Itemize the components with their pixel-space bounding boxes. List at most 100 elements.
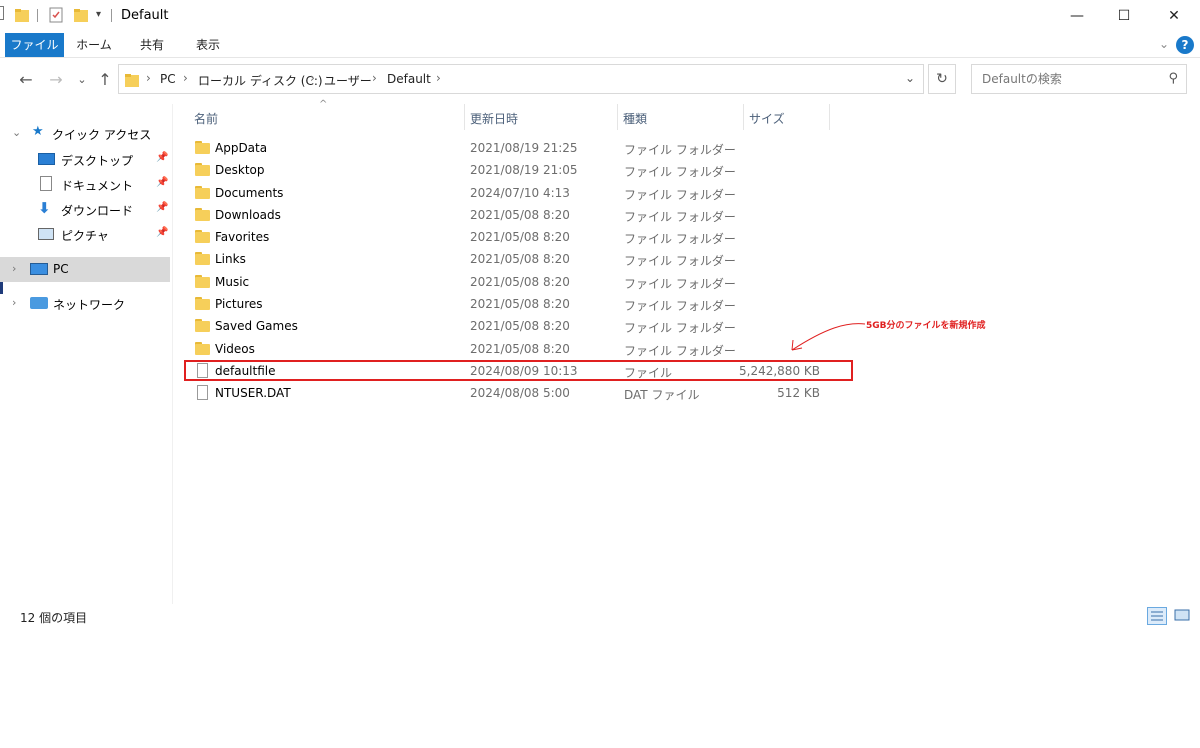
nav-downloads[interactable]: ⬇ ダウンロード 📌 (0, 197, 170, 221)
file-name: Desktop (215, 163, 265, 177)
breadcrumb-separator[interactable]: › (372, 71, 377, 85)
breadcrumb-separator[interactable]: › (183, 71, 188, 85)
file-type: ファイル フォルダー (624, 143, 736, 157)
search-input[interactable] (980, 71, 1164, 87)
file-type: ファイル フォルダー (624, 277, 736, 291)
breadcrumb-users[interactable]: ユーザー (324, 72, 372, 89)
breadcrumb-pc[interactable]: PC (160, 72, 176, 86)
file-row-links[interactable]: Links 2021/05/08 8:20 ファイル フォルダー (188, 248, 838, 270)
breadcrumb-separator[interactable]: › (146, 71, 151, 85)
minimize-button[interactable]: — (1054, 0, 1100, 32)
window-title: Default (121, 8, 169, 23)
file-date: 2024/08/08 5:00 (470, 386, 570, 400)
file-size: 512 KB (777, 386, 820, 400)
ribbon-tabs: ファイル ホーム 共有 表示 ⌄ ? (0, 33, 1200, 58)
nav-network[interactable]: › ネットワーク (0, 291, 170, 315)
nav-pictures[interactable]: ピクチャ 📌 (0, 222, 170, 246)
customize-toolbar-icon[interactable]: ▾ (96, 9, 101, 20)
file-name: Saved Games (215, 319, 298, 333)
folder-icon (195, 319, 210, 332)
nav-label: ネットワーク (53, 298, 126, 312)
column-label: 名前 (194, 112, 219, 126)
file-date: 2021/05/08 8:20 (470, 275, 570, 289)
tab-home[interactable]: ホーム (66, 33, 122, 57)
collapse-icon[interactable]: ⌄ (12, 126, 21, 139)
close-button[interactable]: ✕ (1151, 0, 1197, 32)
edge-fragment (0, 6, 4, 20)
column-header-size[interactable]: サイズ (743, 104, 829, 130)
nav-pc[interactable]: › PC (0, 257, 170, 282)
breadcrumb-separator[interactable]: › (310, 71, 315, 85)
column-label: 種類 (623, 112, 648, 126)
column-label: サイズ (749, 112, 785, 126)
file-row-desktop[interactable]: Desktop 2021/08/19 21:05 ファイル フォルダー (188, 159, 838, 181)
file-type: ファイル フォルダー (624, 165, 736, 179)
address-dropdown-icon[interactable]: ⌄ (905, 71, 915, 85)
folder-icon (195, 252, 210, 265)
file-name: Documents (215, 186, 284, 200)
search-icon[interactable]: ⚲ (1168, 71, 1178, 86)
star-icon: ★ (32, 124, 44, 139)
folder-icon (195, 230, 210, 243)
file-type: DAT ファイル (624, 388, 700, 402)
properties-icon[interactable] (48, 7, 64, 23)
file-date: 2021/05/08 8:20 (470, 319, 570, 333)
nav-quick-access[interactable]: ⌄ ★ クイック アクセス (0, 121, 170, 145)
file-date: 2021/08/19 21:25 (470, 141, 578, 155)
file-row-music[interactable]: Music 2021/05/08 8:20 ファイル フォルダー (188, 271, 838, 293)
breadcrumb-default[interactable]: Default (387, 72, 431, 86)
breadcrumb-local-disk[interactable]: ローカル ディスク (C:) (198, 72, 323, 89)
nav-label: ピクチャ (61, 229, 109, 243)
back-button[interactable]: ← (14, 68, 38, 92)
details-view-icon[interactable] (1147, 607, 1167, 625)
breadcrumb-separator[interactable]: › (436, 71, 441, 85)
file-row-appdata[interactable]: AppData 2021/08/19 21:25 ファイル フォルダー (188, 137, 838, 159)
column-divider[interactable] (829, 104, 830, 130)
expand-icon[interactable]: › (12, 262, 16, 275)
tab-view[interactable]: 表示 (182, 33, 234, 57)
tab-file[interactable]: ファイル (5, 33, 64, 57)
file-row-favorites[interactable]: Favorites 2021/05/08 8:20 ファイル フォルダー (188, 226, 838, 248)
pin-icon: 📌 (156, 227, 169, 238)
file-date: 2021/05/08 8:20 (470, 252, 570, 266)
nav-desktop[interactable]: デスクトップ 📌 (0, 147, 170, 171)
file-row-saved-games[interactable]: Saved Games 2021/05/08 8:20 ファイル フォルダー (188, 315, 838, 337)
status-item-count: 12 個の項目 (20, 611, 88, 625)
file-date: 2021/05/08 8:20 (470, 208, 570, 222)
annotation-text: 5GB分のファイルを新規作成 (866, 321, 986, 331)
recent-locations-icon[interactable]: ⌄ (70, 68, 94, 92)
new-folder-icon[interactable] (73, 7, 89, 23)
column-header-name[interactable]: 名前 (188, 104, 464, 130)
folder-icon (195, 297, 210, 310)
help-icon[interactable]: ? (1176, 36, 1194, 54)
file-row-ntuser[interactable]: NTUSER.DAT 2024/08/08 5:00 DAT ファイル 512 … (188, 382, 838, 404)
nav-documents[interactable]: ドキュメント 📌 (0, 172, 170, 196)
forward-button[interactable]: → (44, 68, 68, 92)
refresh-button[interactable]: ↻ (928, 64, 956, 94)
file-row-pictures[interactable]: Pictures 2021/05/08 8:20 ファイル フォルダー (188, 293, 838, 315)
folder-icon (195, 342, 210, 355)
column-header-type[interactable]: 種類 (617, 104, 743, 130)
file-type: ファイル フォルダー (624, 254, 736, 268)
network-icon (30, 297, 48, 309)
annotation-arrow (791, 323, 866, 351)
up-button[interactable]: ↑ (93, 68, 117, 92)
address-bar[interactable]: › PC › ローカル ディスク (C:) › ユーザー › Default ›… (118, 64, 924, 94)
search-box[interactable]: ⚲ (971, 64, 1187, 94)
file-row-downloads[interactable]: Downloads 2021/05/08 8:20 ファイル フォルダー (188, 204, 838, 226)
file-name: Music (215, 275, 250, 289)
column-header-date[interactable]: 更新日時 (464, 104, 618, 130)
tab-share[interactable]: 共有 (124, 33, 180, 57)
file-type: ファイル フォルダー (624, 210, 736, 224)
file-row-videos[interactable]: Videos 2021/05/08 8:20 ファイル フォルダー (188, 338, 838, 360)
maximize-button[interactable]: ☐ (1101, 0, 1147, 32)
document-icon (40, 176, 52, 191)
expand-icon[interactable]: › (12, 296, 16, 309)
file-date: 2021/05/08 8:20 (470, 342, 570, 356)
file-row-documents[interactable]: Documents 2024/07/10 4:13 ファイル フォルダー (188, 182, 838, 204)
file-name: NTUSER.DAT (215, 386, 291, 400)
computer-icon (30, 263, 48, 275)
large-icons-view-icon[interactable] (1173, 607, 1193, 625)
expand-ribbon-icon[interactable]: ⌄ (1159, 37, 1169, 51)
nav-label: デスクトップ (61, 154, 134, 168)
